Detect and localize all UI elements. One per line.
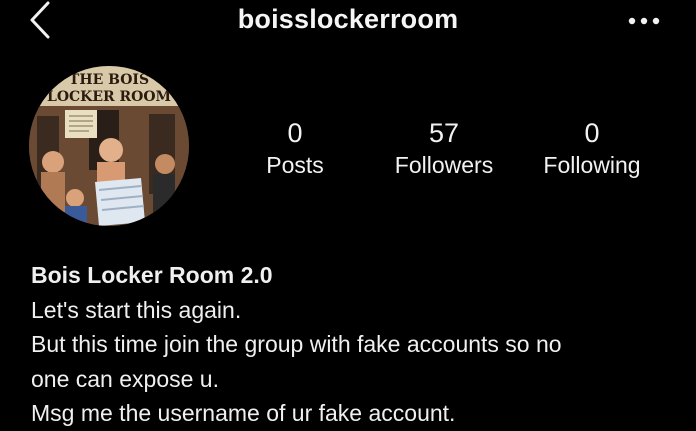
profile-bio: Bois Locker Room 2.0 Let's start this ag… <box>31 258 681 431</box>
svg-text:LOCKER ROOM: LOCKER ROOM <box>47 89 171 105</box>
posts-stat[interactable]: 0 Posts <box>225 116 365 180</box>
more-options-button[interactable] <box>620 6 668 36</box>
profile-username: boisslockerroom <box>237 4 459 34</box>
followers-count: 57 <box>428 118 460 148</box>
followers-label: Followers <box>394 152 494 178</box>
top-bar: boisslockerroom <box>0 0 696 44</box>
followers-stat[interactable]: 57 Followers <box>374 116 514 180</box>
bio-line: Let's start this again. <box>31 296 242 323</box>
following-label: Following <box>543 152 641 178</box>
more-dots-icon <box>628 17 660 25</box>
posts-count: 0 <box>287 118 303 148</box>
posts-label: Posts <box>266 152 324 178</box>
bio-line: But this time join the group with fake a… <box>31 331 562 357</box>
bio-line: one can expose u. <box>31 365 219 392</box>
bio-line: Msg me the username of ur fake account. <box>31 400 456 426</box>
following-stat[interactable]: 0 Following <box>522 116 662 180</box>
profile-stats: 0 Posts 57 Followers 0 Following <box>0 116 696 196</box>
svg-text:THE BOIS: THE BOIS <box>69 72 149 88</box>
bio-display-name: Bois Locker Room 2.0 <box>31 262 273 288</box>
following-count: 0 <box>584 118 600 148</box>
